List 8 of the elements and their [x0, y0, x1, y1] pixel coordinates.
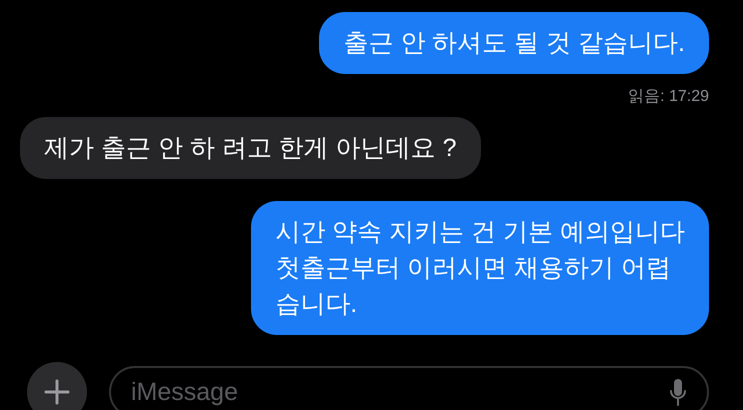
sent-message-bubble: 출근 안 하셔도 될 것 같습니다. — [319, 12, 709, 74]
add-button[interactable] — [27, 362, 87, 410]
sent-message-bubble: 시간 약속 지키는 건 기본 예의입니다 첫출근부터 이러시면 채용하기 어렵 습니다. — [251, 201, 709, 335]
read-receipt: 읽음: 17:29 — [628, 87, 709, 107]
received-message-bubble: 제가 출근 안 하 려고 한게 아닌데요 ? — [20, 117, 481, 179]
message-field[interactable]: iMessage — [109, 366, 709, 410]
plus-icon — [44, 379, 70, 405]
microphone-icon[interactable] — [669, 378, 687, 408]
